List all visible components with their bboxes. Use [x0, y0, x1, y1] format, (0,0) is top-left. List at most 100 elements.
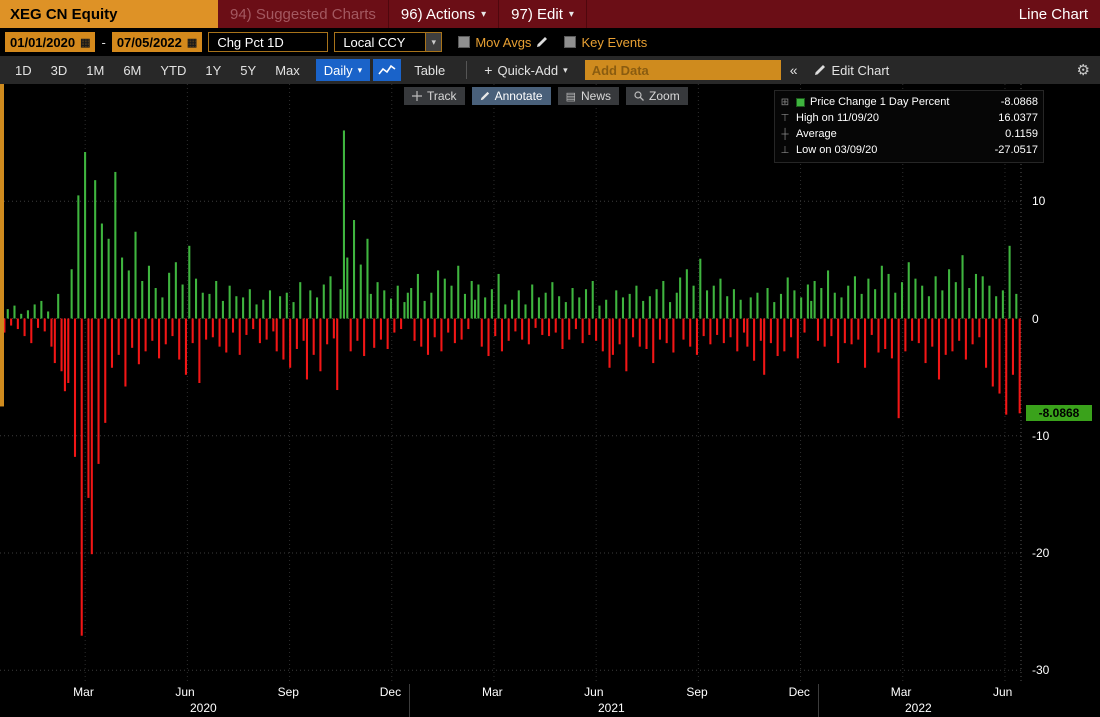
- calendar-icon[interactable]: ▦: [80, 36, 90, 49]
- chart-legend[interactable]: ⊞ Price Change 1 Day Percent -8.0868 ⊤ H…: [774, 90, 1044, 163]
- edit-chart-label: Edit Chart: [831, 62, 890, 78]
- frequency-value: Daily: [323, 62, 353, 78]
- pencil-icon: [480, 91, 490, 101]
- magnifier-icon: [634, 91, 644, 101]
- menu-actions[interactable]: 96) Actions ▾: [389, 0, 500, 28]
- mov-avgs-toggle[interactable]: Mov Avgs: [458, 35, 548, 50]
- mov-avgs-label: Mov Avgs: [475, 34, 532, 50]
- high-label: High on 11/09/20: [796, 112, 879, 124]
- chevron-down-icon: ▾: [357, 64, 363, 75]
- y-tick-label: 0: [1032, 311, 1039, 326]
- annotate-label: Annotate: [494, 89, 543, 103]
- chevron-down-icon[interactable]: ▾: [426, 32, 443, 52]
- chart-controls-row: 01/01/2020 ▦ - 07/05/2022 ▦ Chg Pct 1D L…: [0, 28, 1100, 56]
- x-tick-label: Sep: [686, 685, 708, 699]
- chevron-down-icon: ▾: [568, 8, 574, 20]
- x-tick-label: Sep: [277, 685, 299, 699]
- date-to-value: 07/05/2022: [116, 34, 182, 50]
- legend-series-row[interactable]: ⊞ Price Change 1 Day Percent -8.0868: [779, 94, 1038, 110]
- series-last-value: -8.0868: [1000, 96, 1038, 108]
- year-label-2022: 2022: [905, 701, 932, 715]
- average-value: 0.1159: [1005, 128, 1038, 140]
- range-1d-button[interactable]: 1D: [6, 59, 41, 81]
- plus-icon: +: [484, 62, 493, 78]
- range-3d-button[interactable]: 3D: [42, 59, 77, 81]
- date-from-field[interactable]: 01/01/2020 ▦: [5, 32, 96, 52]
- legend-high-row: ⊤ High on 11/09/20 16.0377: [779, 110, 1038, 126]
- title-bar: XEG CN Equity 94) Suggested Charts 96) A…: [0, 0, 1100, 28]
- add-data-input[interactable]: [584, 60, 781, 80]
- legend-average-row: ┼ Average 0.1159: [779, 126, 1038, 142]
- key-events-label: Key Events: [581, 34, 648, 50]
- zoom-button[interactable]: Zoom: [626, 87, 688, 105]
- suggested-charts-label: 94) Suggested Charts: [230, 5, 376, 23]
- annotate-button[interactable]: Annotate: [471, 87, 551, 105]
- currency-select[interactable]: Local CCY ▾: [334, 32, 443, 52]
- chart-type-button[interactable]: [373, 59, 402, 81]
- range-max-button[interactable]: Max: [266, 59, 309, 81]
- chevron-down-icon: ▾: [563, 64, 568, 75]
- security-ticker[interactable]: XEG CN Equity: [0, 0, 218, 28]
- key-events-checkbox[interactable]: [564, 36, 577, 48]
- x-tick-label: Mar: [481, 685, 503, 699]
- x-tick-label: Dec: [379, 685, 402, 699]
- x-axis-month-labels: Mar Jun Sep Dec Mar Jun Sep Dec Mar Jun: [0, 685, 1022, 701]
- year-label-2020: 2020: [190, 701, 217, 715]
- range-1y-button[interactable]: 1Y: [196, 59, 230, 81]
- gear-icon[interactable]: ⚙: [1073, 61, 1094, 79]
- quick-add-button[interactable]: + Quick-Add ▾: [476, 62, 575, 78]
- track-button[interactable]: Track: [404, 87, 465, 105]
- function-title: Line Chart: [1018, 5, 1088, 23]
- edit-label: 97) Edit: [511, 5, 563, 23]
- x-tick-label: Jun: [175, 685, 195, 699]
- calendar-icon[interactable]: ▦: [187, 36, 197, 49]
- actions-label: 96) Actions: [400, 5, 476, 23]
- last-value-badge: -8.0868: [1026, 405, 1092, 422]
- news-label: News: [581, 89, 612, 103]
- chart-area[interactable]: Track Annotate ▤ News Zoom ⊞ Price Chang…: [0, 84, 1100, 717]
- low-label: Low on 03/09/20: [796, 144, 878, 156]
- x-tick-label: Mar: [73, 685, 94, 699]
- mov-avgs-checkbox[interactable]: [458, 36, 471, 48]
- range-1m-button[interactable]: 1M: [77, 59, 113, 81]
- high-value: 16.0377: [998, 112, 1038, 124]
- date-from-value: 01/01/2020: [10, 34, 76, 50]
- x-tick-label: Mar: [890, 685, 912, 699]
- range-ytd-button[interactable]: YTD: [151, 59, 195, 81]
- news-button[interactable]: ▤ News: [557, 87, 620, 105]
- currency-value: Local CCY: [343, 34, 406, 50]
- low-value: -27.0517: [994, 144, 1038, 156]
- collapse-panel-button[interactable]: «: [782, 62, 806, 78]
- low-marker-icon: ⊥: [780, 144, 790, 156]
- crosshair-icon: [412, 91, 422, 101]
- year-label-2021: 2021: [598, 701, 625, 715]
- range-5y-button[interactable]: 5Y: [231, 59, 265, 81]
- toolbar-divider: [466, 61, 468, 79]
- key-events-toggle[interactable]: Key Events: [564, 35, 647, 50]
- pencil-icon: [815, 65, 826, 75]
- range-6m-button[interactable]: 6M: [114, 59, 150, 81]
- currency-value-box: Local CCY: [334, 32, 427, 52]
- zoom-label: Zoom: [649, 89, 680, 103]
- frequency-dropdown[interactable]: Daily ▾: [315, 59, 371, 81]
- study-value: Chg Pct 1D: [217, 34, 284, 50]
- y-tick-label: -10: [1032, 428, 1050, 443]
- date-to-field[interactable]: 07/05/2022 ▦: [111, 32, 203, 52]
- year-separator: [818, 684, 819, 717]
- menu-edit[interactable]: 97) Edit ▾: [499, 0, 587, 28]
- legend-expand-icon[interactable]: ⊞: [779, 97, 791, 108]
- chevron-down-icon: ▾: [481, 8, 487, 20]
- series-label: Price Change 1 Day Percent: [810, 96, 950, 108]
- average-marker-icon: ┼: [781, 128, 789, 140]
- edit-chart-button[interactable]: Edit Chart: [806, 63, 897, 78]
- table-button[interactable]: Table: [402, 59, 457, 81]
- pencil-icon[interactable]: [536, 36, 548, 48]
- price-change-bar-chart[interactable]: [0, 84, 1022, 682]
- y-tick-label: -30: [1032, 663, 1050, 678]
- year-separator: [409, 684, 410, 717]
- chart-tools: Track Annotate ▤ News Zoom: [404, 87, 688, 105]
- average-label: Average: [796, 128, 837, 140]
- x-tick-label: Jun: [992, 685, 1013, 699]
- study-field[interactable]: Chg Pct 1D: [208, 32, 329, 52]
- menu-suggested-charts[interactable]: 94) Suggested Charts: [218, 0, 389, 28]
